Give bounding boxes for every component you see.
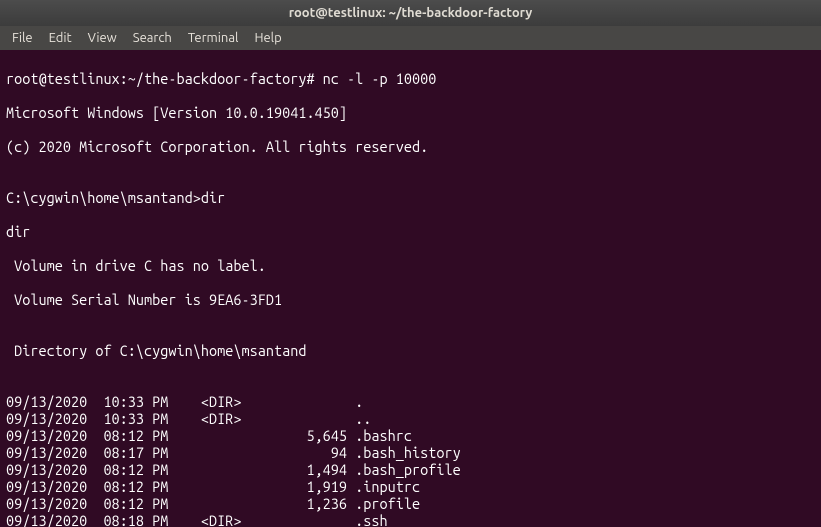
dir-entry: 09/13/2020 08:12 PM 1,236 .profile xyxy=(6,495,815,512)
line-vol1: Volume in drive C has no label. xyxy=(6,257,815,274)
line-prompt: root@testlinux:~/the-backdoor-factory# n… xyxy=(6,70,815,87)
dir-entry: 09/13/2020 10:33 PM <DIR> . xyxy=(6,393,815,410)
line-copyright: (c) 2020 Microsoft Corporation. All righ… xyxy=(6,138,815,155)
window-titlebar: root@testlinux: ~/the-backdoor-factory xyxy=(0,0,821,26)
menu-file[interactable]: File xyxy=(4,29,41,47)
line-winver: Microsoft Windows [Version 10.0.19041.45… xyxy=(6,104,815,121)
menu-edit[interactable]: Edit xyxy=(41,29,80,47)
line-dir-of: Directory of C:\cygwin\home\msantand xyxy=(6,342,815,359)
dir-entry: 09/13/2020 08:12 PM 5,645 .bashrc xyxy=(6,427,815,444)
dir-entry: 09/13/2020 10:33 PM <DIR> .. xyxy=(6,410,815,427)
line-vol2: Volume Serial Number is 9EA6-3FD1 xyxy=(6,291,815,308)
dir-listing: 09/13/2020 10:33 PM <DIR> .09/13/2020 10… xyxy=(6,393,815,527)
line-echo-dir: dir xyxy=(6,223,815,240)
menu-view[interactable]: View xyxy=(80,29,125,47)
dir-entry: 09/13/2020 08:12 PM 1,919 .inputrc xyxy=(6,478,815,495)
line-prompt-dir: C:\cygwin\home\msantand>dir xyxy=(6,189,815,206)
terminal-output[interactable]: root@testlinux:~/the-backdoor-factory# n… xyxy=(0,50,821,527)
window-title: root@testlinux: ~/the-backdoor-factory xyxy=(289,6,533,20)
menubar: File Edit View Search Terminal Help xyxy=(0,26,821,50)
menu-search[interactable]: Search xyxy=(125,29,180,47)
dir-entry: 09/13/2020 08:12 PM 1,494 .bash_profile xyxy=(6,461,815,478)
dir-entry: 09/13/2020 08:18 PM <DIR> .ssh xyxy=(6,512,815,527)
menu-terminal[interactable]: Terminal xyxy=(180,29,247,47)
dir-entry: 09/13/2020 08:17 PM 94 .bash_history xyxy=(6,444,815,461)
menu-help[interactable]: Help xyxy=(246,29,289,47)
